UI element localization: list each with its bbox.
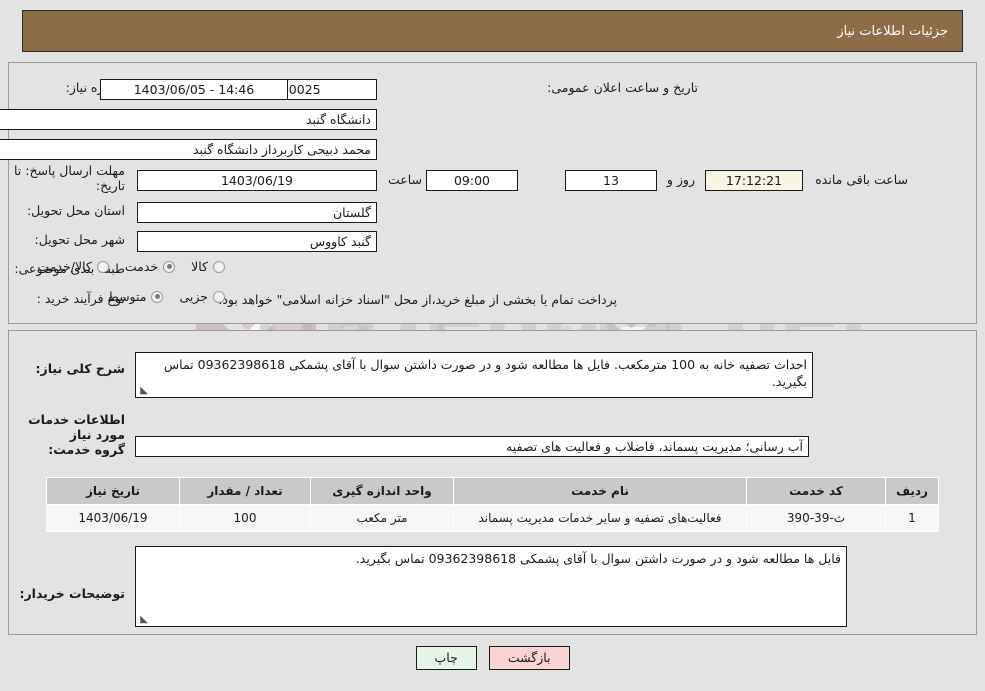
radio-label-kala: کالا: [191, 259, 208, 274]
cell-row-no: 1: [885, 504, 939, 532]
announce-datetime-value: 1403/06/05 - 14:46: [100, 79, 288, 100]
cell-need-date: 1403/06/19: [46, 504, 180, 532]
category-radio-group: کالا خدمت کالا/خدمت: [21, 259, 225, 274]
print-button[interactable]: چاپ: [415, 646, 477, 670]
cell-quantity: 100: [179, 504, 311, 532]
radio-icon-motevaset: [151, 290, 164, 303]
deadline-date-value: 1403/06/19: [137, 170, 377, 191]
radio-category-kala-khedmat[interactable]: کالا/خدمت: [37, 259, 109, 274]
col-service-name: نام خدمت: [453, 477, 747, 505]
hour-value: 09:00: [426, 170, 518, 191]
buyer-notes-value: فایل ها مطالعه شود و در صورت داشتن سوال …: [355, 551, 841, 566]
process-note: پرداخت تمام یا بخشی از مبلغ خرید،از محل …: [218, 292, 617, 307]
days-value: 13: [565, 170, 657, 191]
footer-button-bar: بازگشت چاپ: [0, 646, 985, 670]
services-table: ردیف کد خدمت نام خدمت واحد اندازه گیری ت…: [46, 477, 939, 532]
service-group-value: آب رسانی؛ مدیریت پسماند، فاضلاب و فعالیت…: [135, 436, 809, 457]
general-desc-textarea[interactable]: احداث تصفیه خانه به 100 مترمکعب. فایل ها…: [135, 352, 813, 398]
buyer-notes-textarea[interactable]: فایل ها مطالعه شود و در صورت داشتن سوال …: [135, 546, 847, 627]
days-label: روز و: [666, 172, 695, 187]
col-service-code: کد خدمت: [746, 477, 886, 505]
col-quantity: تعداد / مقدار: [179, 477, 311, 505]
deadline-row: مهلت ارسال پاسخ: تا تاریخ:: [7, 163, 125, 193]
buyer-notes-label: توضیحات خریدار:: [19, 586, 125, 601]
cell-unit: متر مکعب: [310, 504, 454, 532]
resize-grip-icon-notes[interactable]: ◣: [138, 615, 148, 625]
deadline-label: مهلت ارسال پاسخ: تا تاریخ:: [14, 163, 125, 193]
radio-label-motevaset: متوسط: [107, 289, 147, 304]
service-group-label: گروه خدمت:: [48, 442, 125, 457]
col-unit: واحد اندازه گیری: [310, 477, 454, 505]
radio-icon-kala-khedmat: [96, 260, 109, 273]
requester-value: محمد ذبیحی کاربرداز دانشگاه گنبد: [0, 139, 377, 160]
need-info-panel: [8, 62, 977, 324]
col-row-no: ردیف: [885, 477, 939, 505]
buyer-org-value: دانشگاه گنبد: [0, 109, 377, 130]
announce-datetime-row: تاریخ و ساعت اعلان عمومی:: [547, 80, 698, 96]
services-heading: اطلاعات خدمات مورد نیاز: [28, 412, 125, 442]
countdown-label: ساعت باقی مانده: [815, 172, 908, 187]
back-button[interactable]: بازگشت: [488, 646, 570, 670]
radio-label-kala-khedmat: کالا/خدمت: [37, 259, 92, 274]
cell-service-code: ث-39-390: [746, 504, 886, 532]
general-desc-label: شرح کلی نیاز:: [35, 361, 125, 376]
announce-datetime-label: تاریخ و ساعت اعلان عمومی:: [547, 80, 698, 95]
radio-icon-kala: [213, 260, 225, 273]
province-label: استان محل تحویل:: [26, 203, 125, 218]
radio-process-motevaset[interactable]: متوسط: [107, 289, 164, 304]
city-label: شهر محل تحویل:: [34, 232, 125, 247]
page-header: جزئیات اطلاعات نیاز: [22, 10, 963, 52]
radio-label-khedmat: خدمت: [124, 259, 159, 274]
countdown-value: 17:12:21: [705, 170, 803, 191]
page-title: جزئیات اطلاعات نیاز: [837, 23, 948, 39]
process-radio-group: جزیی متوسط: [91, 289, 225, 304]
province-row: استان محل تحویل:: [27, 203, 125, 219]
radio-icon-khedmat: [163, 260, 176, 273]
city-row: شهر محل تحویل:: [35, 232, 125, 248]
radio-category-khedmat[interactable]: خدمت: [124, 259, 176, 274]
province-value: گلستان: [137, 202, 377, 223]
radio-category-kala[interactable]: کالا: [191, 259, 225, 274]
resize-grip-icon[interactable]: ◣: [138, 386, 148, 396]
table-row: 1 ث-39-390 فعالیت‌های تصفیه و سایر خدمات…: [46, 504, 939, 532]
cell-service-name: فعالیت‌های تصفیه و سایر خدمات مدیریت پسم…: [453, 504, 747, 532]
city-value: گنبد کاووس: [137, 231, 377, 252]
radio-label-jozei: جزیی: [179, 289, 208, 304]
hour-label: ساعت: [387, 172, 422, 187]
table-header-row: ردیف کد خدمت نام خدمت واحد اندازه گیری ت…: [46, 477, 939, 505]
general-desc-value: احداث تصفیه خانه به 100 مترمکعب. فایل ها…: [163, 357, 807, 389]
col-need-date: تاریخ نیاز: [46, 477, 180, 505]
